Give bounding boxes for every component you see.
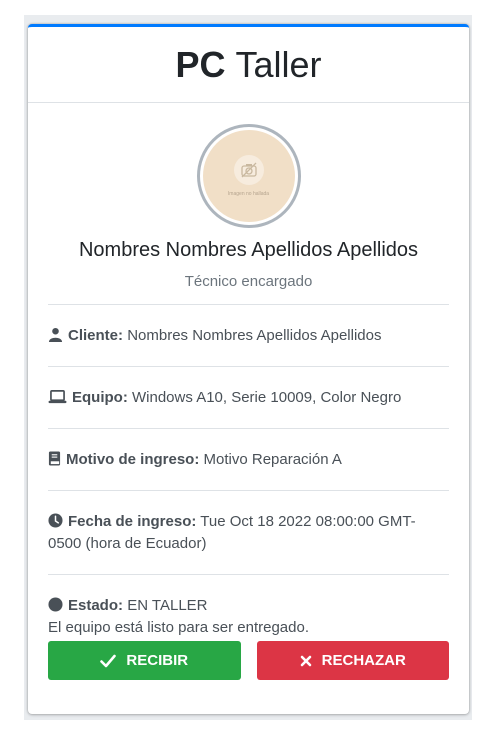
technician-name: Nombres Nombres Apellidos Apellidos xyxy=(78,239,419,261)
detail-motivo: Motivo de ingreso: Motivo Reparación A xyxy=(48,428,449,490)
book-icon xyxy=(48,451,61,466)
clock-icon xyxy=(48,513,63,528)
action-buttons: RECIBIR RECHAZAR xyxy=(48,641,449,680)
detail-fecha: Fecha de ingreso: Tue Oct 18 2022 08:00:… xyxy=(48,490,449,574)
equipo-label: Equipo: xyxy=(72,389,128,406)
motivo-value: Motivo Reparación A xyxy=(203,451,342,468)
brand-bold: PC xyxy=(175,43,226,85)
details-list: Cliente: Nombres Nombres Apellidos Apell… xyxy=(48,304,449,699)
fecha-label: Fecha de ingreso: xyxy=(68,513,197,530)
avatar: Imagen no hallada xyxy=(196,124,301,228)
brand-rest: Taller xyxy=(235,43,322,85)
equipo-value: Windows A10, Serie 10009, Color Negro xyxy=(132,389,402,406)
avatar-wrap: Imagen no hallada xyxy=(48,124,449,228)
repair-card: PC Taller Imagen no hallada Nombres Nomb… xyxy=(28,24,469,714)
technician-role: Técnico encargado xyxy=(184,273,313,290)
accept-button[interactable]: RECIBIR xyxy=(48,641,241,680)
close-icon xyxy=(300,655,311,666)
card-header: PC Taller xyxy=(28,27,469,103)
laptop-icon xyxy=(48,390,67,404)
card-body: Imagen no hallada Nombres Nombres Apelli… xyxy=(28,124,469,699)
circle-icon xyxy=(48,597,63,612)
avatar-placeholder-text: Imagen no hallada xyxy=(227,191,270,197)
reject-button-label: RECHAZAR xyxy=(321,651,406,669)
motivo-label: Motivo de ingreso: xyxy=(66,451,200,468)
avatar-placeholder: Imagen no hallada xyxy=(202,130,295,222)
reject-button[interactable]: RECHAZAR xyxy=(256,641,449,680)
detail-cliente: Cliente: Nombres Nombres Apellidos Apell… xyxy=(48,304,449,366)
estado-note: El equipo está listo para ser entregado. xyxy=(48,619,309,636)
estado-value: EN TALLER xyxy=(127,597,208,614)
detail-estado: Estado: EN TALLER El equipo está listo p… xyxy=(48,574,449,699)
check-icon xyxy=(100,654,117,667)
cliente-value: Nombres Nombres Apellidos Apellidos xyxy=(127,327,382,344)
cliente-label: Cliente: xyxy=(68,327,124,344)
user-icon xyxy=(48,327,63,342)
detail-equipo: Equipo: Windows A10, Serie 10009, Color … xyxy=(48,366,449,428)
estado-label: Estado: xyxy=(68,597,124,614)
accept-button-label: RECIBIR xyxy=(126,651,189,669)
no-image-icon xyxy=(233,155,264,185)
